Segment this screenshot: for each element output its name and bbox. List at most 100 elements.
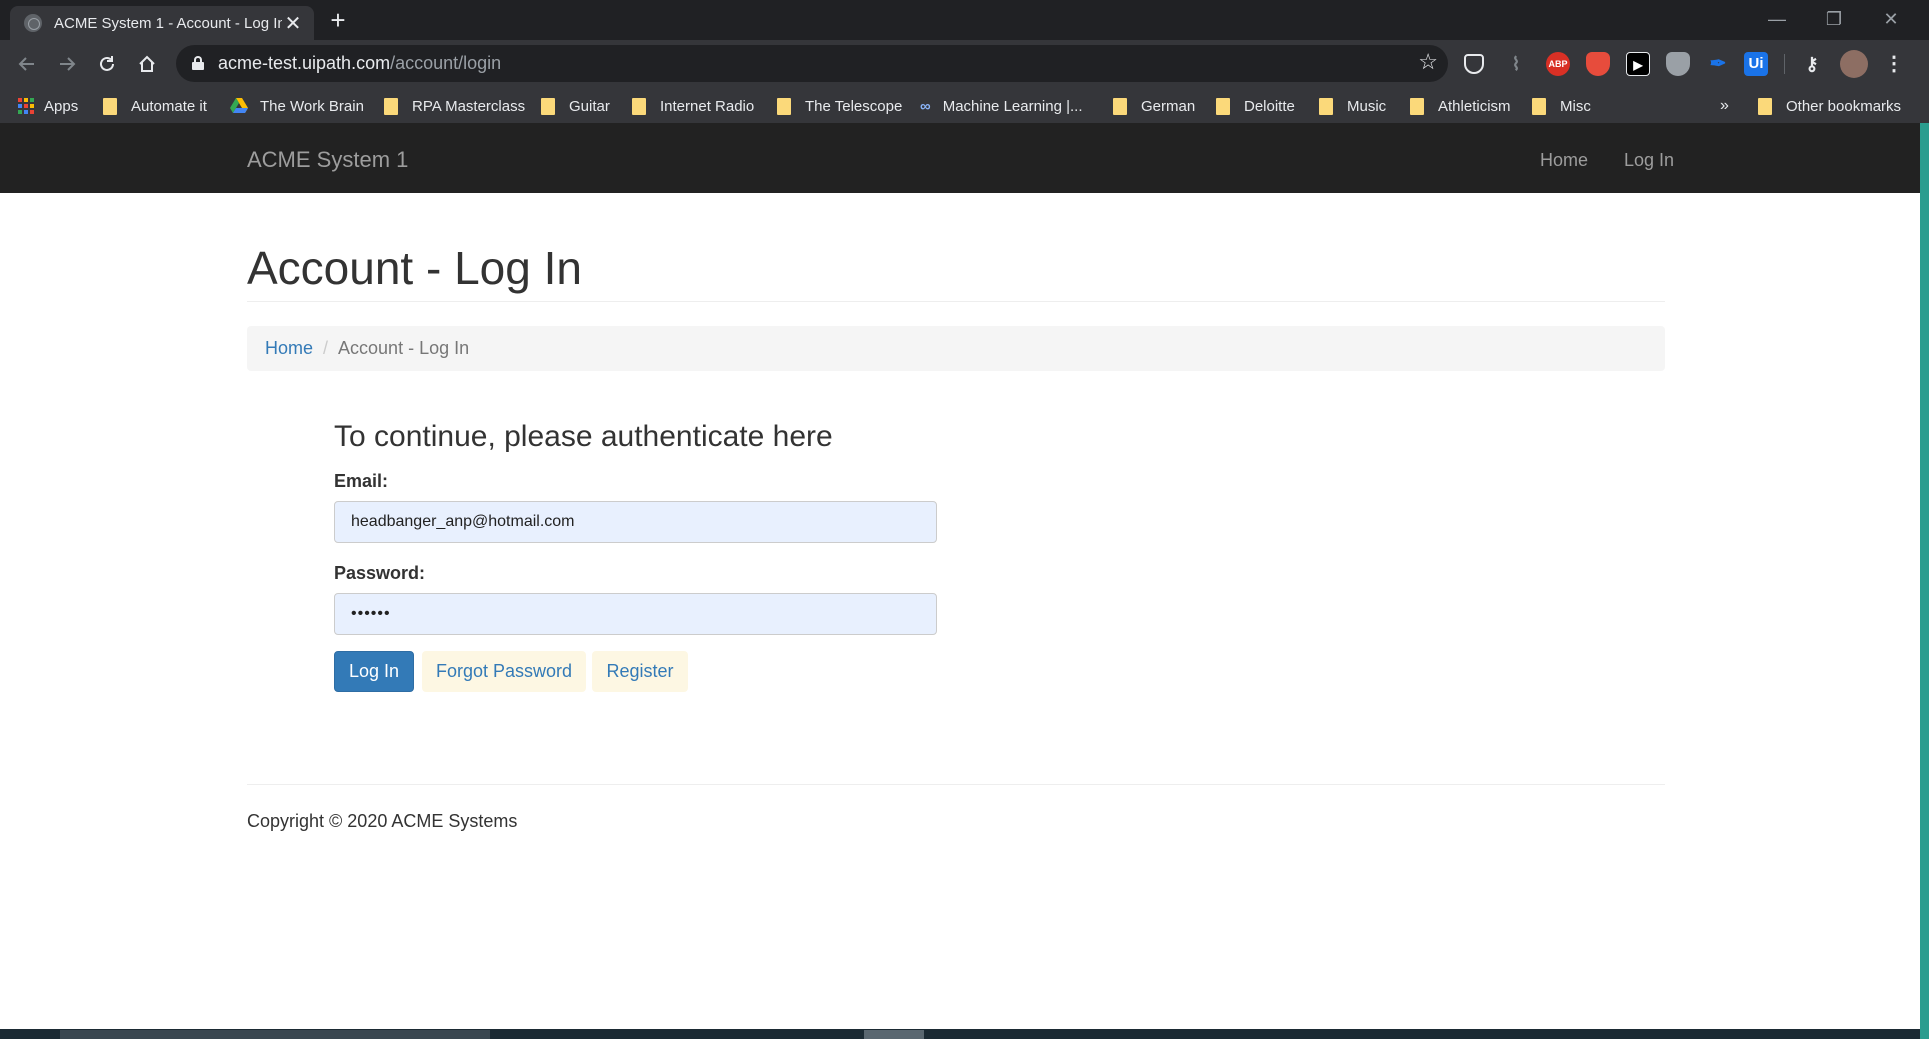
- site-navbar: ACME System 1 Home Log In: [0, 123, 1920, 193]
- google-drive-icon: [230, 98, 248, 113]
- bookmark-rpa-masterclass[interactable]: RPA Masterclass: [384, 95, 525, 117]
- bookmark-label: Apps: [44, 97, 79, 115]
- bookmark-misc[interactable]: Misc: [1532, 95, 1591, 117]
- bookmark-deloitte[interactable]: Deloitte: [1216, 95, 1295, 117]
- bookmark-the-telescope[interactable]: The Telescope: [777, 95, 902, 117]
- folder-icon: [1113, 97, 1127, 115]
- home-button[interactable]: [130, 47, 164, 81]
- folder-icon: [1758, 97, 1772, 115]
- shield-gray-icon[interactable]: [1666, 52, 1690, 76]
- desktop-background-strip: [1920, 123, 1929, 1039]
- bookmark-label: Athleticism: [1438, 97, 1511, 115]
- pulse-icon[interactable]: ⌇: [1504, 52, 1528, 76]
- taskbar-item[interactable]: [60, 1030, 490, 1039]
- login-button[interactable]: Log In: [334, 651, 414, 692]
- bookmark-label: German: [1141, 97, 1196, 115]
- login-form-heading: To continue, please authenticate here: [334, 420, 833, 453]
- footer-divider: [247, 784, 1665, 785]
- bookmark-label: Deloitte: [1244, 97, 1295, 115]
- browser-tabstrip: ACME System 1 - Account - Log In ✕ + — ❐…: [0, 0, 1929, 40]
- bookmark-label: The Telescope: [805, 97, 903, 115]
- close-window-button[interactable]: ✕: [1866, 4, 1916, 34]
- key-icon[interactable]: ⚷: [1800, 52, 1824, 76]
- breadcrumb-current: Account - Log In: [338, 338, 470, 358]
- browser-tab[interactable]: ACME System 1 - Account - Log In ✕: [10, 6, 314, 40]
- bookmarks-overflow-button[interactable]: »: [1720, 95, 1729, 117]
- register-button[interactable]: Register: [592, 651, 688, 692]
- menu-kebab-icon[interactable]: ⋮: [1882, 52, 1906, 76]
- lock-icon: [192, 56, 204, 70]
- browser-toolbar: acme-test.uipath.com/account/login ☆ ⌇ A…: [0, 40, 1929, 87]
- nav-home-link[interactable]: Home: [1540, 150, 1588, 171]
- pocket-icon[interactable]: [1464, 54, 1484, 74]
- folder-icon: [777, 97, 791, 115]
- footer-copyright: Copyright © 2020 ACME Systems: [247, 811, 518, 831]
- new-tab-button[interactable]: +: [324, 6, 352, 34]
- forward-button[interactable]: [50, 47, 84, 81]
- folder-icon: [1532, 97, 1546, 115]
- folder-icon: [1319, 97, 1333, 115]
- adblock-plus-icon[interactable]: ABP: [1546, 52, 1570, 76]
- bookmark-label: Machine Learning |...: [942, 97, 1083, 115]
- bookmark-label: Automate it: [131, 97, 207, 115]
- forgot-password-button[interactable]: Forgot Password: [422, 651, 586, 692]
- play-icon[interactable]: ▶: [1626, 52, 1650, 76]
- page-title: Account - Log In: [247, 242, 582, 294]
- feather-icon[interactable]: ✒: [1706, 52, 1730, 76]
- bookmark-internet-radio[interactable]: Internet Radio: [632, 95, 754, 117]
- bookmark-other-bookmarks[interactable]: Other bookmarks: [1758, 95, 1901, 117]
- folder-icon: [103, 97, 117, 115]
- reload-button[interactable]: [90, 47, 124, 81]
- toolbar-separator: [1784, 54, 1785, 74]
- apps-grid-icon: [18, 98, 34, 114]
- title-divider: [247, 301, 1665, 302]
- nav-login-link[interactable]: Log In: [1624, 150, 1674, 171]
- bookmark-label: Music: [1347, 97, 1387, 115]
- back-arrow-icon: [18, 57, 34, 71]
- bookmark-label: Other bookmarks: [1786, 97, 1902, 115]
- bookmark-german[interactable]: German: [1113, 95, 1195, 117]
- bookmark-star-icon[interactable]: ☆: [1418, 49, 1438, 75]
- folder-icon: [1216, 97, 1230, 115]
- bookmark-label: The Work Brain: [260, 97, 364, 115]
- page-viewport: ACME System 1 Home Log In Account - Log …: [0, 123, 1920, 1029]
- breadcrumb-home-link[interactable]: Home: [265, 338, 313, 359]
- bookmark-label: RPA Masterclass: [412, 97, 526, 115]
- globe-icon: [24, 14, 42, 32]
- reload-icon: [100, 56, 114, 71]
- site-brand-link[interactable]: ACME System 1: [247, 147, 408, 173]
- breadcrumb-separator: /: [323, 338, 329, 358]
- os-taskbar: [0, 1029, 1920, 1039]
- bookmark-apps[interactable]: Apps: [18, 95, 78, 117]
- bookmark-label: Misc: [1560, 97, 1591, 115]
- bookmark-label: Internet Radio: [660, 97, 755, 115]
- profile-avatar[interactable]: [1840, 50, 1868, 78]
- taskbar-item[interactable]: [864, 1030, 924, 1039]
- bookmark-the-work-brain[interactable]: The Work Brain: [230, 95, 364, 117]
- bookmark-automate-it[interactable]: Automate it: [103, 95, 207, 117]
- breadcrumb: Home / Account - Log In: [247, 326, 1665, 371]
- address-bar[interactable]: acme-test.uipath.com/account/login ☆: [176, 45, 1448, 82]
- restore-window-button[interactable]: ❐: [1809, 4, 1859, 34]
- password-label: Password:: [334, 563, 426, 583]
- bookmark-label: Guitar: [569, 97, 610, 115]
- bookmark-machine-learning[interactable]: ∞ Machine Learning |...: [920, 95, 1083, 117]
- email-input[interactable]: [334, 501, 937, 543]
- back-button[interactable]: [10, 47, 44, 81]
- uipath-icon[interactable]: Ui: [1744, 52, 1768, 76]
- email-label: Email:: [334, 471, 389, 491]
- folder-icon: [632, 97, 646, 115]
- link-icon: ∞: [920, 97, 931, 115]
- bookmark-music[interactable]: Music: [1319, 95, 1386, 117]
- bookmark-guitar[interactable]: Guitar: [541, 95, 610, 117]
- url-path: /account/login: [390, 53, 502, 73]
- minimize-window-button[interactable]: —: [1752, 4, 1802, 34]
- folder-icon: [384, 97, 398, 115]
- home-icon: [139, 55, 155, 72]
- bookmark-athleticism[interactable]: Athleticism: [1410, 95, 1511, 117]
- password-input[interactable]: [334, 593, 937, 635]
- close-tab-icon[interactable]: ✕: [282, 11, 304, 36]
- shield-red-icon[interactable]: [1586, 52, 1610, 76]
- tab-title: ACME System 1 - Account - Log In: [54, 14, 282, 32]
- folder-icon: [1410, 97, 1424, 115]
